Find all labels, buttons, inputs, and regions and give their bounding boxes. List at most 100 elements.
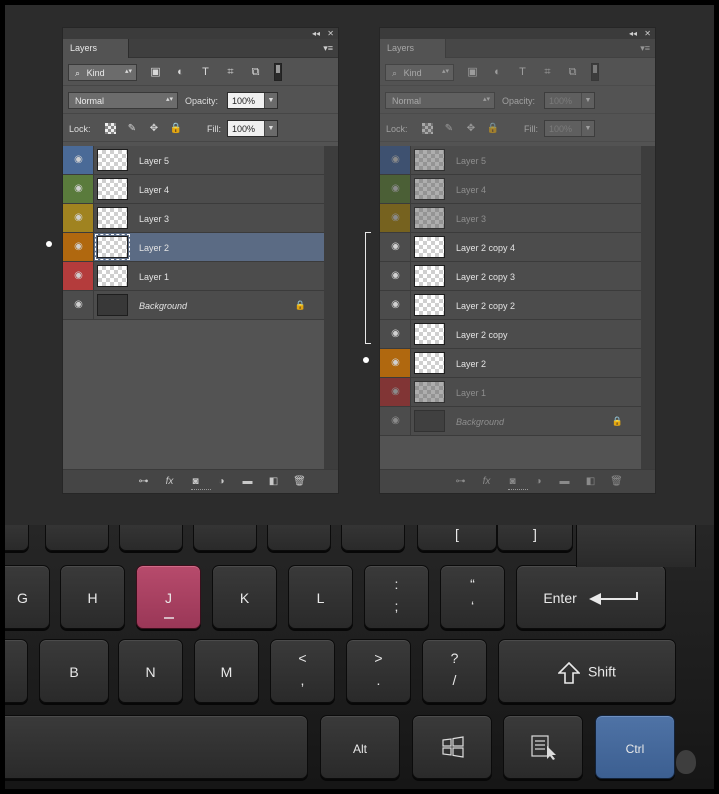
fill-field[interactable]: 100% ▼: [227, 120, 278, 137]
mask-icon[interactable]: ◙: [187, 475, 204, 488]
key-windows[interactable]: [412, 715, 492, 779]
folder-icon[interactable]: ▬: [556, 475, 573, 488]
key-h[interactable]: H: [60, 565, 125, 629]
layer-row[interactable]: ◉ Layer 3: [63, 204, 324, 233]
fx-icon[interactable]: fx: [161, 475, 178, 488]
fx-icon[interactable]: fx: [478, 475, 495, 488]
move-icon[interactable]: ✥: [147, 122, 161, 135]
key-row1[interactable]: [341, 525, 405, 551]
new-layer-icon[interactable]: ◧: [582, 475, 599, 488]
kind-filter-dropdown[interactable]: ⌕ Kind ▴▾: [385, 64, 454, 81]
layer-row[interactable]: ◉ Layer 1: [63, 262, 324, 291]
chevron-down-icon[interactable]: ▼: [581, 93, 594, 108]
resize-grip[interactable]: [508, 489, 528, 492]
visibility-toggle[interactable]: ◉: [380, 233, 411, 261]
key-shift[interactable]: Shift: [498, 639, 676, 703]
key-row1[interactable]: [45, 525, 109, 551]
adjustment-layer-icon[interactable]: ◑: [530, 475, 547, 488]
key-quote[interactable]: “ ‘: [440, 565, 505, 629]
lock-transparency-icon[interactable]: [103, 122, 117, 135]
key-alt[interactable]: Alt: [320, 715, 400, 779]
key-comma[interactable]: < ,: [270, 639, 335, 703]
tab-layers[interactable]: Layers: [63, 39, 129, 58]
layer-row[interactable]: ◉ Layer 1: [380, 378, 641, 407]
layer-row-selected[interactable]: ◉ Layer 2: [63, 233, 324, 262]
key-l[interactable]: L: [288, 565, 353, 629]
blend-mode-dropdown[interactable]: Normal ▴▾: [385, 92, 495, 109]
link-icon[interactable]: ⊶: [452, 475, 469, 488]
visibility-toggle[interactable]: ◉: [380, 349, 411, 377]
folder-icon[interactable]: ▬: [239, 475, 256, 488]
layer-row[interactable]: ◉ Layer 2 copy 3: [380, 262, 641, 291]
adjustment-filter-icon[interactable]: ◐: [173, 65, 188, 79]
tab-layers[interactable]: Layers: [380, 39, 446, 58]
trash-icon[interactable]: 🗑: [608, 475, 625, 488]
resize-grip[interactable]: [191, 489, 211, 492]
visibility-toggle[interactable]: ◉: [380, 262, 411, 290]
fill-field[interactable]: 100% ▼: [544, 120, 595, 137]
visibility-toggle[interactable]: ◉: [380, 407, 411, 435]
visibility-toggle[interactable]: ◉: [63, 233, 94, 261]
panel-menu-icon[interactable]: ▾≡: [323, 43, 333, 54]
type-filter-icon[interactable]: T: [515, 65, 530, 79]
adjustment-filter-icon[interactable]: ◐: [490, 65, 505, 79]
layer-row-background[interactable]: ◉ Background 🔒: [63, 291, 324, 320]
key-row1[interactable]: [267, 525, 331, 551]
layer-row[interactable]: ◉ Layer 2: [380, 349, 641, 378]
filter-toggle[interactable]: [274, 63, 282, 81]
key-k[interactable]: K: [212, 565, 277, 629]
layer-row[interactable]: ◉ Layer 2 copy 4: [380, 233, 641, 262]
layer-row[interactable]: ◉ Layer 5: [63, 146, 324, 175]
mask-icon[interactable]: ◙: [504, 475, 521, 488]
visibility-toggle[interactable]: ◉: [63, 204, 94, 232]
key-j-highlighted[interactable]: J: [136, 565, 201, 629]
collapse-icon[interactable]: ◂◂: [629, 28, 637, 39]
visibility-toggle[interactable]: ◉: [380, 378, 411, 406]
filter-toggle[interactable]: [591, 63, 599, 81]
lock-transparency-icon[interactable]: [420, 122, 434, 135]
key-g[interactable]: G: [5, 565, 50, 629]
lock-icon[interactable]: 🔒: [169, 122, 183, 135]
key-menu[interactable]: [503, 715, 583, 779]
shape-filter-icon[interactable]: ⌗: [540, 65, 555, 79]
collapse-icon[interactable]: ◂◂: [312, 28, 320, 39]
layer-row[interactable]: ◉ Layer 2 copy: [380, 320, 641, 349]
chevron-down-icon[interactable]: ▼: [264, 93, 277, 108]
layer-row[interactable]: ◉ Layer 5: [380, 146, 641, 175]
smart-object-filter-icon[interactable]: ⧉: [565, 65, 580, 79]
key-row1-edge[interactable]: [5, 525, 29, 551]
key-row3-edge[interactable]: [5, 639, 28, 703]
key-n[interactable]: N: [118, 639, 183, 703]
trash-icon[interactable]: 🗑: [291, 475, 308, 488]
key-slash[interactable]: ? /: [422, 639, 487, 703]
layer-row[interactable]: ◉ Layer 2 copy 2: [380, 291, 641, 320]
layer-list-scrollbar[interactable]: [324, 146, 338, 471]
brush-icon[interactable]: ✎: [125, 122, 139, 135]
visibility-toggle[interactable]: ◉: [380, 175, 411, 203]
image-filter-icon[interactable]: ▣: [148, 65, 163, 79]
layer-row[interactable]: ◉ Layer 3: [380, 204, 641, 233]
chevron-down-icon[interactable]: ▼: [581, 121, 594, 136]
layer-row[interactable]: ◉ Layer 4: [63, 175, 324, 204]
key-row1[interactable]: [119, 525, 183, 551]
new-layer-icon[interactable]: ◧: [265, 475, 282, 488]
chevron-down-icon[interactable]: ▼: [264, 121, 277, 136]
layer-list-scrollbar[interactable]: [641, 146, 655, 471]
shape-filter-icon[interactable]: ⌗: [223, 65, 238, 79]
smart-object-filter-icon[interactable]: ⧉: [248, 65, 263, 79]
visibility-toggle[interactable]: ◉: [380, 320, 411, 348]
key-semicolon[interactable]: : ;: [364, 565, 429, 629]
visibility-toggle[interactable]: ◉: [380, 291, 411, 319]
panel-menu-icon[interactable]: ▾≡: [640, 43, 650, 54]
key-enter[interactable]: Enter: [516, 565, 666, 629]
type-filter-icon[interactable]: T: [198, 65, 213, 79]
key-m[interactable]: M: [194, 639, 259, 703]
visibility-toggle[interactable]: ◉: [63, 175, 94, 203]
image-filter-icon[interactable]: ▣: [465, 65, 480, 79]
lock-icon[interactable]: 🔒: [486, 122, 500, 135]
layer-row-background[interactable]: ◉ Background 🔒: [380, 407, 641, 436]
key-open-bracket[interactable]: [: [417, 525, 497, 551]
key-ctrl-highlighted[interactable]: Ctrl: [595, 715, 675, 779]
visibility-toggle[interactable]: ◉: [63, 291, 94, 319]
move-icon[interactable]: ✥: [464, 122, 478, 135]
